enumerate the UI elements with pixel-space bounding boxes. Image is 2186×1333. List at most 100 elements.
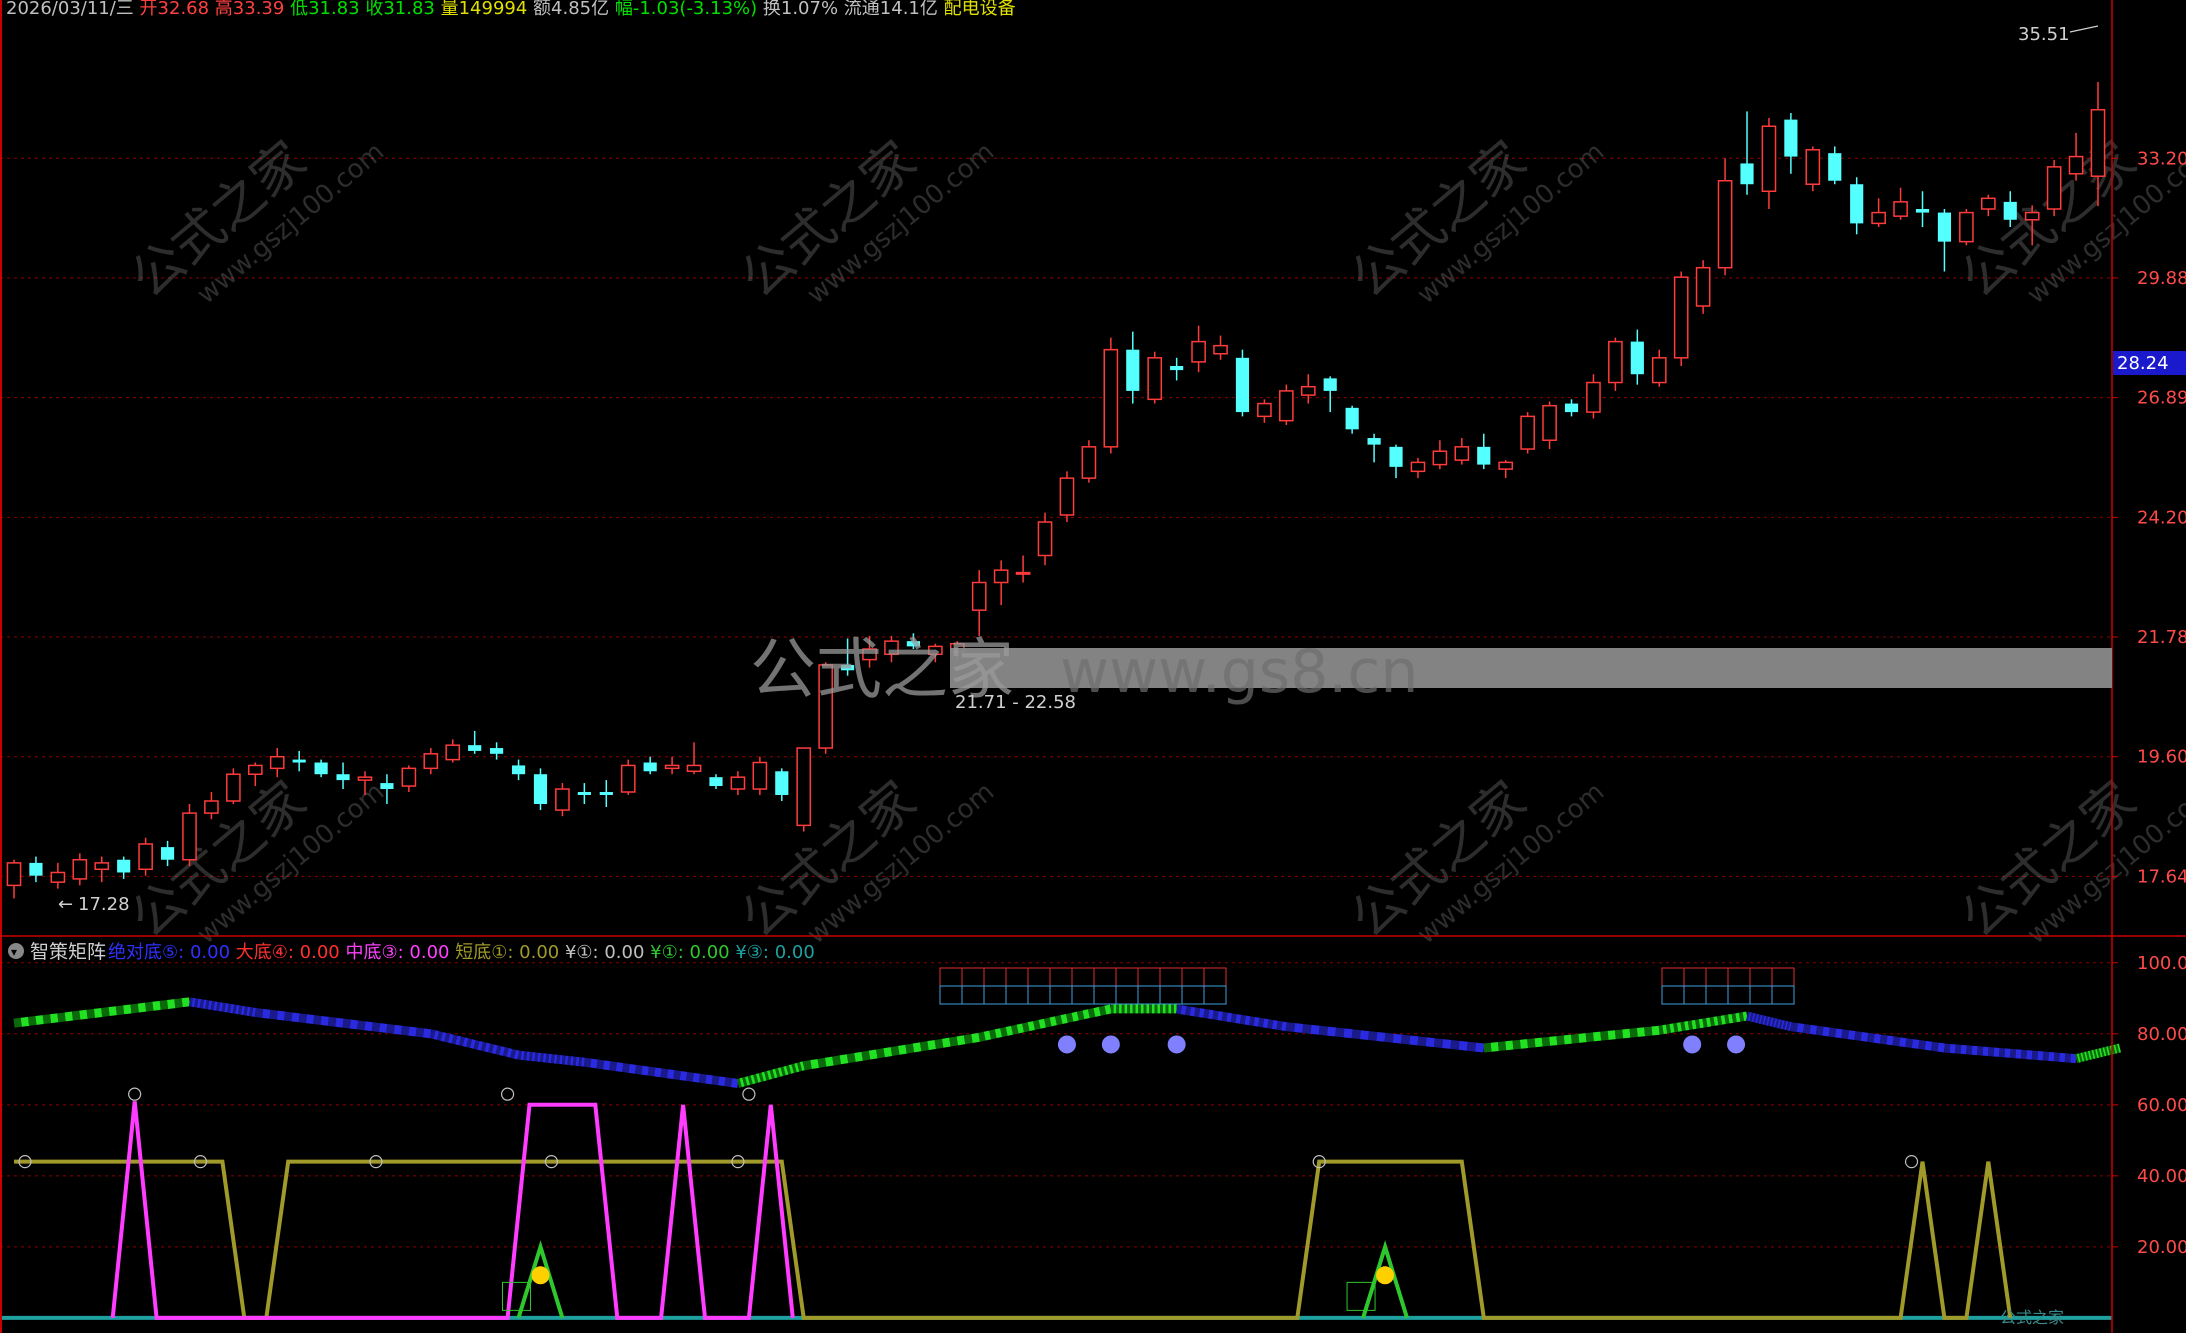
candle-body-down[interactable] (380, 783, 394, 790)
candle-body-up[interactable] (1257, 402, 1272, 418)
candle-body-down[interactable] (1630, 341, 1644, 375)
candle-body-down[interactable] (1126, 349, 1140, 391)
candle-body-down[interactable] (1828, 153, 1842, 181)
candle-body-up[interactable] (94, 862, 110, 871)
candle-body-up[interactable] (445, 744, 461, 761)
candle-body-up[interactable] (1300, 385, 1316, 396)
candle-body-down[interactable] (577, 792, 591, 795)
candle-body-up[interactable] (555, 788, 570, 811)
candle-body-up[interactable] (664, 764, 680, 770)
trend-band-segment (327, 1016, 337, 1027)
trend-band-segment (1203, 1008, 1210, 1019)
candle-body-up[interactable] (1651, 357, 1667, 384)
candle-body-up[interactable] (226, 773, 241, 802)
candle-body-up[interactable] (796, 747, 812, 827)
candle-body-up[interactable] (2046, 166, 2062, 210)
candle-body-up[interactable] (138, 843, 153, 871)
price-tick-label: 26.89 (2137, 388, 2186, 409)
candle-body-up[interactable] (2068, 155, 2084, 175)
candle-body-up[interactable] (2024, 211, 2040, 221)
candle-body-up[interactable] (1147, 357, 1163, 401)
candle-body-up[interactable] (6, 862, 22, 887)
candle-body-up[interactable] (1454, 446, 1470, 461)
candle-body-up[interactable] (1279, 390, 1294, 422)
trend-band-segment (145, 1001, 154, 1012)
candle-body-up[interactable] (1059, 477, 1075, 516)
candle-body-up[interactable] (1542, 404, 1557, 441)
candle-body-up[interactable] (1761, 125, 1777, 193)
candle-body-up[interactable] (1871, 211, 1886, 225)
candle-body-down[interactable] (1477, 446, 1491, 465)
candle-body-up[interactable] (1498, 461, 1514, 470)
candle-body-up[interactable] (357, 776, 373, 781)
header-item: 配电设备 (938, 0, 1016, 19)
candle-body-down[interactable] (1564, 403, 1579, 413)
candle-body-down[interactable] (1850, 184, 1864, 224)
candle-body-up[interactable] (620, 764, 636, 793)
trend-band-segment (1614, 1029, 1624, 1040)
candle-body-down[interactable] (511, 765, 526, 775)
candle-body-up[interactable] (993, 569, 1009, 584)
candle-body-up[interactable] (1103, 348, 1119, 448)
candle-body-up[interactable] (1410, 461, 1426, 473)
trend-band-segment (1226, 1012, 1233, 1023)
candle-body-down[interactable] (160, 847, 175, 860)
candle-body-up[interactable] (1191, 340, 1206, 363)
candle-body-up[interactable] (1608, 340, 1623, 384)
candle-body-down[interactable] (29, 862, 43, 876)
trend-band-segment (711, 1075, 720, 1086)
candle-body-up[interactable] (72, 858, 88, 880)
candle-body-down[interactable] (709, 777, 723, 787)
candle-body-up[interactable] (1081, 446, 1097, 479)
candle-body-up[interactable] (1520, 415, 1535, 450)
candle-body-up[interactable] (1432, 450, 1448, 466)
candle-body-up[interactable] (247, 764, 263, 775)
candle-body-down[interactable] (117, 859, 131, 873)
candle-body-down[interactable] (1740, 163, 1754, 185)
candle-body-down[interactable] (775, 771, 789, 795)
candle-body-up[interactable] (269, 755, 285, 770)
candle-body-up[interactable] (1015, 571, 1031, 575)
candle-body-up[interactable] (752, 761, 768, 790)
candle-body-down[interactable] (1915, 208, 1930, 213)
candle-body-up[interactable] (1586, 381, 1601, 413)
candle-body-up[interactable] (1959, 211, 1974, 243)
candle-body-up[interactable] (1893, 201, 1908, 217)
candle-body-down[interactable] (1170, 365, 1184, 371)
candle-body-up[interactable] (1980, 197, 1996, 210)
candle-body-up[interactable] (50, 871, 66, 883)
trend-band-segment (941, 1037, 951, 1048)
candle-body-up[interactable] (1213, 344, 1228, 355)
candle-body-up[interactable] (401, 767, 417, 787)
candle-body-up[interactable] (2090, 109, 2106, 177)
stock-chart[interactable]: 公式之家www.gszj100.com 公式之家www.gszj100.com 公式… (0, 0, 2186, 1333)
candle-body-up[interactable] (971, 581, 987, 611)
candle-body-down[interactable] (1389, 446, 1403, 467)
candle-body-up[interactable] (686, 764, 702, 773)
candle-body-down[interactable] (336, 774, 350, 781)
candle-body-up[interactable] (1037, 521, 1053, 557)
candle-body-down[interactable] (490, 748, 504, 754)
candle-body-up[interactable] (1673, 276, 1689, 359)
candle-body-down[interactable] (643, 762, 657, 772)
candle-body-down[interactable] (599, 792, 613, 795)
candle-body-up[interactable] (730, 776, 746, 790)
candle-body-down[interactable] (1323, 378, 1337, 391)
candle-body-down[interactable] (533, 774, 548, 805)
candle-body-up[interactable] (1717, 179, 1733, 269)
candle-body-down[interactable] (292, 759, 306, 763)
candle-body-down[interactable] (1235, 357, 1250, 413)
candle-body-up[interactable] (204, 800, 219, 814)
candle-body-up[interactable] (423, 753, 439, 770)
candle-body-up[interactable] (182, 812, 197, 861)
candle-body-down[interactable] (468, 745, 482, 751)
trend-band-segment (1384, 1032, 1394, 1043)
candle-body-up[interactable] (1805, 149, 1821, 185)
candle-body-down[interactable] (1937, 212, 1952, 242)
candle-body-down[interactable] (314, 762, 328, 775)
candle-body-down[interactable] (1784, 119, 1798, 157)
candle-body-up[interactable] (1695, 266, 1711, 307)
candle-body-down[interactable] (1345, 407, 1359, 430)
candle-body-down[interactable] (2003, 201, 2017, 220)
candle-body-down[interactable] (1367, 438, 1381, 445)
